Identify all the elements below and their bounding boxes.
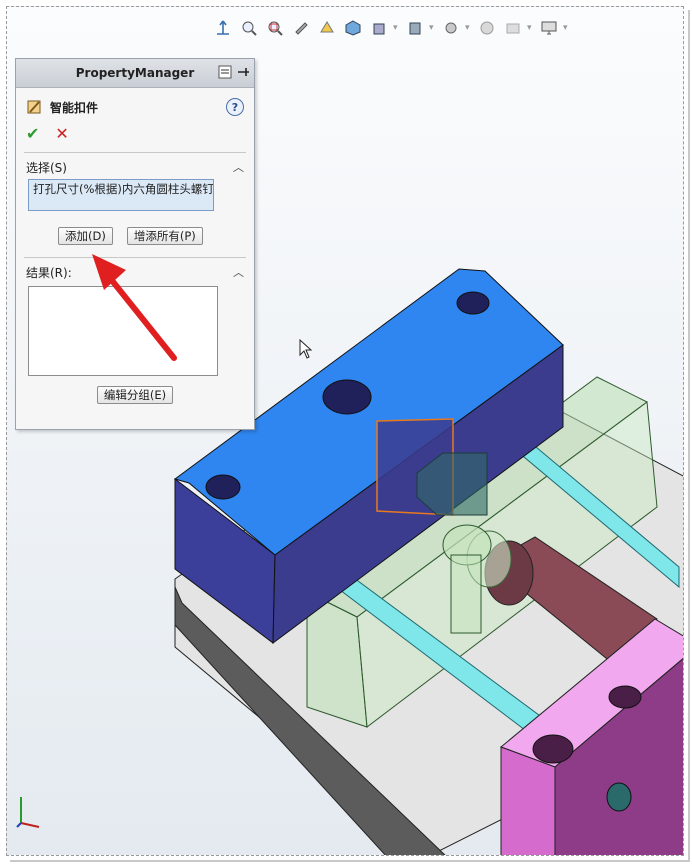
coordinate-triad-icon [16,797,40,828]
chevron-down-icon[interactable]: ▾ [527,19,535,37]
panel-controls [218,65,250,79]
edit-group-button[interactable]: 编辑分组(E) [96,386,174,404]
chevron-up-icon[interactable]: ︿ [233,159,244,175]
pink-block-hole-1 [532,734,574,764]
view-orientation-icon[interactable] [211,17,235,39]
edit-appearance-icon[interactable] [439,17,463,39]
top-plate-hole-1 [456,291,490,315]
results-header-label: 结果(R): [26,265,72,280]
add-all-button[interactable]: 增添所有(P) [126,227,203,245]
cancel-x-icon[interactable]: ✕ [55,124,68,143]
property-manager-panel: PropertyManager 智能扣件 ? ✔ ✕ 选择(S) ︿ 打孔尺寸(… [15,58,255,430]
panel-menu-icon[interactable] [218,65,232,79]
selection-item[interactable]: 打孔尺寸(%根据)内六角圆柱头螺钉 [33,182,213,196]
top-plate-hole-2 [322,379,372,415]
chevron-down-icon[interactable]: ▾ [465,19,473,37]
section-view-icon[interactable] [315,17,339,39]
view-selector-icon[interactable] [341,17,365,39]
divider [24,152,246,153]
display-style-icon[interactable] [367,17,391,39]
chevron-up-icon[interactable]: ︿ [233,264,244,280]
selection-buttons: 添加(D) 增添所有(P) [16,211,254,245]
selection-list[interactable]: 打孔尺寸(%根据)内六角圆柱头螺钉 [28,179,214,211]
selection-header-label: 选择(S) [26,160,67,175]
results-button-row: 编辑分组(E) [16,386,254,404]
top-plate-hole-3 [205,474,241,500]
pink-block-hole-2 [608,685,642,709]
hide-show-items-icon[interactable] [403,17,427,39]
previous-view-icon[interactable] [289,17,313,39]
annotation-arrow-icon [92,254,177,361]
selection-group-header[interactable]: 选择(S) ︿ [16,157,254,177]
mouse-cursor-icon [299,339,313,359]
zoom-to-fit-icon[interactable] [237,17,261,39]
heads-up-toolbar: ▾ ▾ ▾ ▾ ▾ [211,15,571,41]
ok-cancel-row: ✔ ✕ [16,118,254,148]
property-manager-title-bar: PropertyManager [16,59,254,88]
view-settings-icon[interactable] [501,17,525,39]
monitor-icon[interactable] [537,17,561,39]
chevron-down-icon[interactable]: ▾ [393,19,401,37]
pink-block-hole-3 [606,782,632,812]
chevron-down-icon[interactable]: ▾ [429,19,437,37]
add-button[interactable]: 添加(D) [58,227,113,245]
smart-fastener-icon [27,100,41,114]
fastener-shank [450,554,482,634]
help-icon[interactable]: ? [226,98,244,116]
apply-scene-icon[interactable] [475,17,499,39]
feature-header: 智能扣件 ? [16,88,254,118]
zoom-to-area-icon[interactable] [263,17,287,39]
pin-icon[interactable] [236,65,250,79]
feature-name: 智能扣件 [50,100,99,115]
chevron-down-icon[interactable]: ▾ [563,19,571,37]
property-manager-title: PropertyManager [75,66,195,80]
ok-check-icon[interactable]: ✔ [26,124,39,143]
